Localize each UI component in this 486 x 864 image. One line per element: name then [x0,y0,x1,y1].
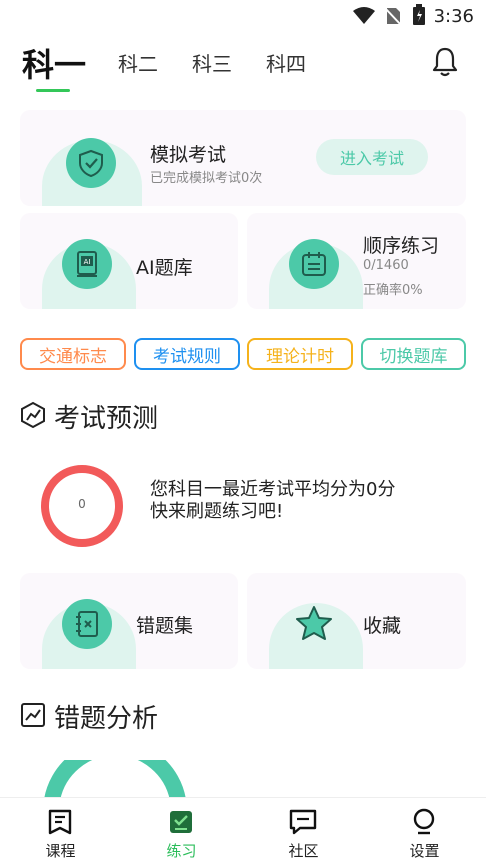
notebook-icon [62,599,112,649]
wifi-icon [353,7,375,24]
enter-exam-button[interactable]: 进入考试 [316,139,428,175]
sequential-accuracy: 正确率0% [363,283,423,298]
nav-label: 社区 [288,842,319,860]
tab-subject-4[interactable]: 科四 [266,48,306,77]
nav-practice[interactable]: 练习 [121,798,242,864]
nav-label: 练习 [166,842,197,860]
analysis-ring [44,760,186,800]
chip-traffic-signs[interactable]: 交通标志 [20,338,126,370]
ai-book-icon: AI [62,239,112,289]
bottom-nav: 课程 练习 社区 设置 [0,797,486,864]
ai-bank-title: AI题库 [136,257,193,279]
svg-text:AI: AI [84,258,91,266]
favorites-card[interactable]: 收藏 [247,573,466,669]
mock-exam-subtitle: 已完成模拟考试0次 [150,171,263,186]
analysis-title: 错题分析 [54,704,159,734]
nav-label: 设置 [409,842,440,860]
tab-subject-1[interactable]: 科一 [22,40,86,86]
sequential-title: 顺序练习 [363,235,440,257]
wrong-set-title: 错题集 [136,615,194,637]
calendar-list-icon [289,239,339,289]
favorites-title: 收藏 [363,615,402,637]
nav-courses[interactable]: 课程 [0,798,121,864]
tab-subject-2[interactable]: 科二 [118,48,158,77]
prediction-chart-icon [21,401,45,429]
sequential-practice-card[interactable]: 顺序练习 0/1460 正确率0% [247,213,466,309]
nav-settings[interactable]: 设置 [364,798,485,864]
wrong-set-card[interactable]: 错题集 [20,573,238,669]
status-time: 3:36 [433,6,474,27]
no-sim-icon [384,7,402,26]
chip-exam-rules[interactable]: 考试规则 [134,338,240,370]
tab-subject-3[interactable]: 科三 [192,48,232,77]
nav-community[interactable]: 社区 [243,798,364,864]
nav-label: 课程 [45,842,76,860]
mock-exam-title: 模拟考试 [150,144,227,166]
active-tab-indicator [36,89,70,92]
bell-icon[interactable] [430,46,460,78]
star-icon [289,599,339,649]
prediction-title: 考试预测 [54,404,159,434]
practice-check-icon [170,811,192,833]
analysis-chart-icon [21,703,45,727]
score-value: 0 [78,497,86,511]
status-bar: 3:36 [0,0,486,32]
book-icon [48,809,72,835]
battery-icon [413,4,425,25]
chip-switch-bank[interactable]: 切换题库 [361,338,466,370]
prediction-line-2: 快来刷题练习吧! [150,501,284,522]
chip-theory-timer[interactable]: 理论计时 [247,338,353,370]
exam-shield-icon [66,138,116,188]
bulb-icon [413,808,435,835]
chat-icon [289,809,317,835]
sequential-progress: 0/1460 [363,258,409,273]
ai-bank-card[interactable]: AI AI题库 [20,213,238,309]
mock-exam-card[interactable]: 模拟考试 已完成模拟考试0次 进入考试 [20,110,466,206]
